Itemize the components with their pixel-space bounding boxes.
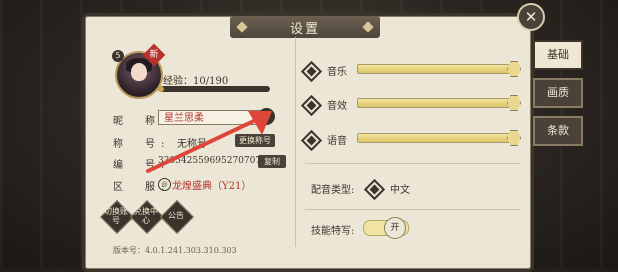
voice-label: 语音 [327,136,347,147]
music-label: 音乐 [327,67,347,78]
redeem-center-label: 兑换中心 [134,207,158,225]
section-divider [305,163,520,164]
server-icon: ◎ [158,178,171,191]
voice-slider[interactable] [357,130,521,146]
switch-account-label: 切换账号 [104,207,128,225]
ornament-icon [236,21,248,33]
red-arrow-annotation [146,111,272,173]
voice-type-label: 配音类型: [311,185,355,196]
exp-progress-fill [158,86,164,92]
tab-terms[interactable]: 条款 [533,116,583,146]
exp-text: 经验：10/190 [163,72,228,87]
panel-title: 设置 [289,21,320,37]
skill-effect-label: 技能特写: [311,226,355,237]
sfx-slider-fill [358,99,513,107]
section-divider [305,209,520,210]
skill-effect-toggle[interactable]: 开 [363,217,409,239]
avatar-face [131,63,147,81]
ornament-icon [362,21,374,33]
close-button[interactable]: ✕ [517,3,545,31]
music-slider-fill [358,65,513,73]
level-badge: 5 [112,50,124,62]
announcement-label: 公告 [168,211,184,220]
tab-graphics[interactable]: 画质 [533,78,583,108]
arrow-shaft [146,117,260,173]
panel-title-bar: 设置 [230,16,380,38]
sfx-slider[interactable] [357,95,521,111]
sfx-label: 音效 [327,101,347,112]
voice-slider-fill [358,134,513,142]
exp-progress-bar [158,86,270,92]
version-text: 版本号：4.0.1.241.303.310.303 [113,246,237,255]
voice-type-value: 中文 [390,185,410,196]
skill-effect-toggle-knob[interactable]: 开 [384,217,406,239]
column-divider [295,37,296,247]
music-slider[interactable] [357,61,521,77]
server-value: 龙煌盛典（Y21） [172,181,252,192]
new-badge-label: 新 [149,50,159,60]
tab-basic[interactable]: 基础 [533,40,583,70]
new-badge: 新 [142,43,166,67]
